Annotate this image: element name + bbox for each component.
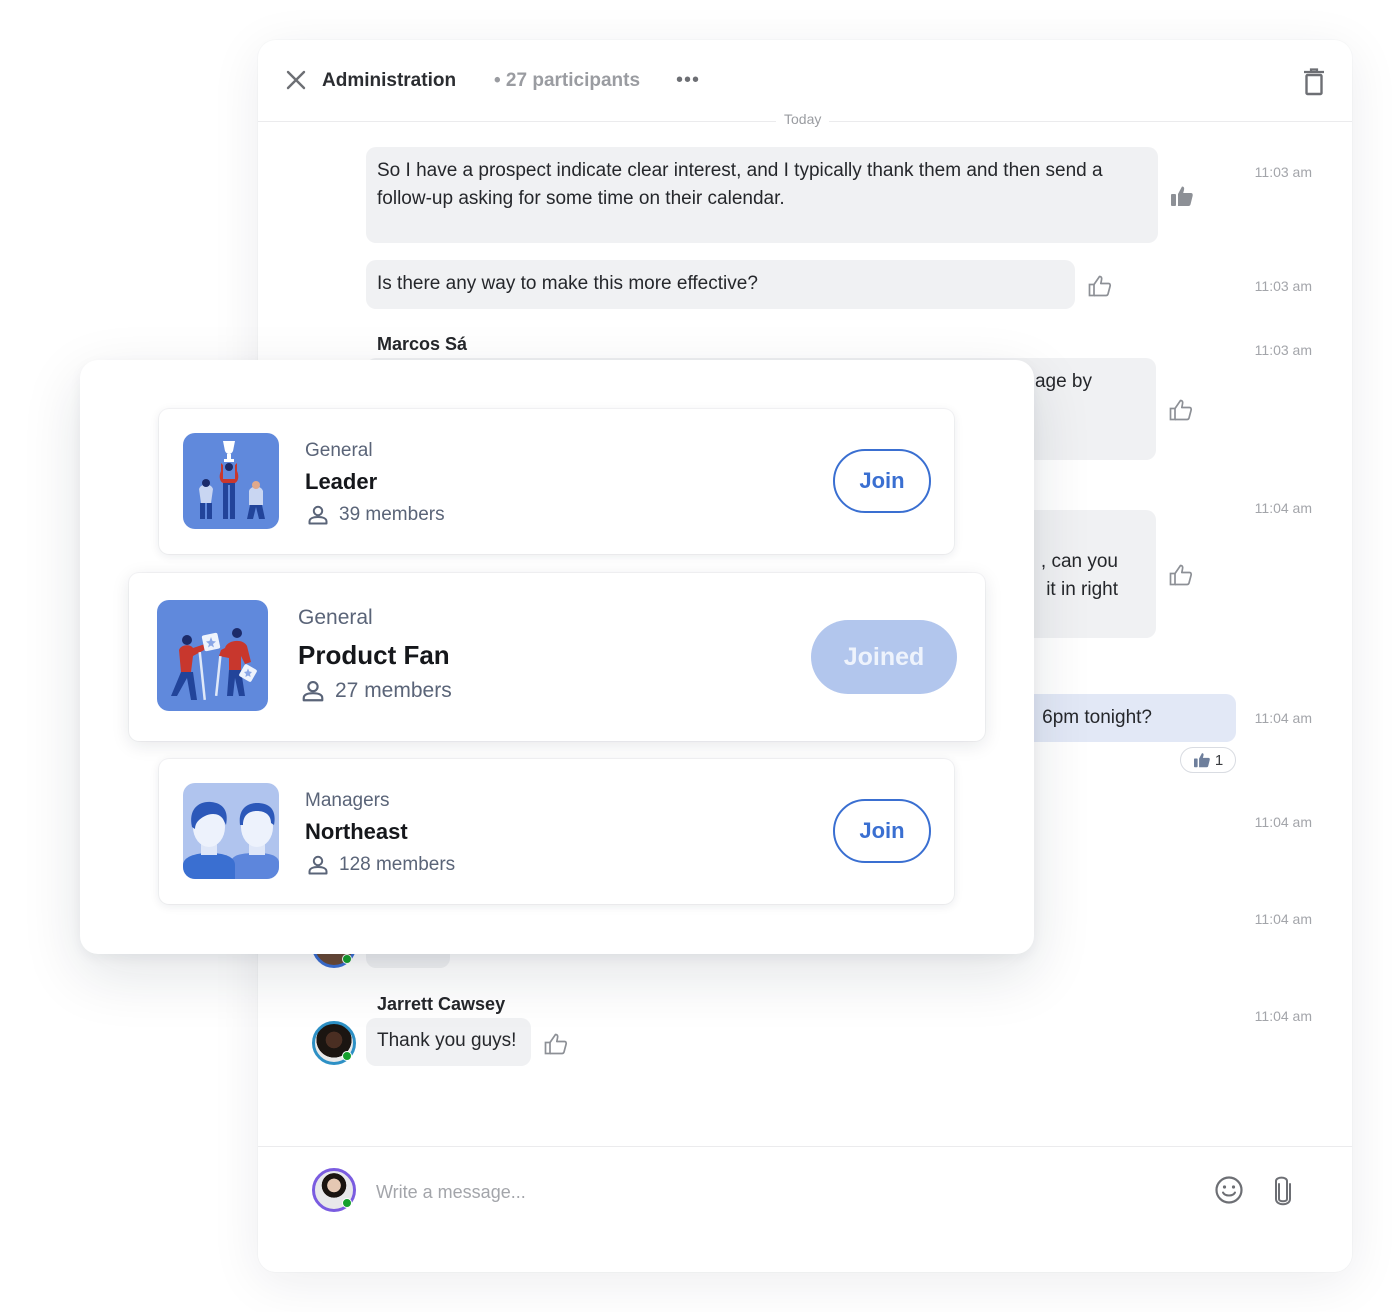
- group-name: Northeast: [305, 819, 408, 844]
- group-member-count: 39 members: [339, 504, 445, 525]
- message-timestamp: 11:03 am: [1254, 342, 1312, 358]
- person-icon: [302, 680, 324, 702]
- person-icon: [308, 505, 328, 525]
- participants-count[interactable]: • 27 participants: [494, 70, 640, 92]
- group-name: Leader: [305, 469, 378, 494]
- trophy-team-illustration: [199, 441, 265, 519]
- join-button[interactable]: Join: [833, 799, 931, 863]
- online-indicator: [342, 954, 352, 964]
- group-member-count: 128 members: [339, 854, 456, 875]
- managers-illustration: [183, 801, 279, 879]
- group-category: General: [305, 440, 373, 461]
- group-card[interactable]: General Product Fan 27 members Joined: [129, 573, 985, 741]
- sender-name: Marcos Sá: [377, 334, 468, 354]
- message-timestamp: 11:04 am: [1254, 710, 1312, 726]
- close-icon[interactable]: [284, 68, 308, 92]
- thumbs-up-filled-icon: [1193, 753, 1210, 768]
- message-timestamp: 11:04 am: [1254, 911, 1312, 927]
- group-card[interactable]: Managers Northeast 128 members Join: [159, 759, 954, 904]
- group-thumbnail-leader: [183, 433, 279, 529]
- group-name: Product Fan: [298, 640, 450, 670]
- group-category: Managers: [305, 790, 390, 811]
- emoji-icon[interactable]: [1214, 1175, 1244, 1205]
- reaction-count: 1: [1214, 751, 1224, 769]
- message-timestamp: 11:03 am: [1254, 164, 1312, 180]
- message-input[interactable]: [376, 1177, 1176, 1207]
- groups-panel: General Leader 39 members Join General P…: [80, 360, 1034, 954]
- thumbs-up-icon[interactable]: [1169, 563, 1193, 587]
- thumbs-up-icon[interactable]: [1088, 274, 1112, 298]
- group-members: 128 members: [307, 854, 455, 876]
- message-composer: [258, 1146, 1352, 1272]
- message-timestamp: 11:03 am: [1254, 278, 1312, 294]
- attachment-icon[interactable]: [1272, 1175, 1294, 1207]
- group-members: 39 members: [307, 504, 445, 526]
- date-separator: Today: [776, 111, 830, 127]
- message-text: 6pm tonight?: [1042, 707, 1152, 728]
- message-bubble: Is there any way to make this more effec…: [366, 260, 1075, 309]
- joined-button[interactable]: Joined: [811, 620, 957, 694]
- message-text: Thank you guys!: [377, 1030, 517, 1051]
- thumbs-up-filled-icon[interactable]: [1170, 184, 1194, 208]
- sender-name: Jarrett Cawsey: [377, 994, 506, 1014]
- thumbs-up-icon[interactable]: [544, 1032, 568, 1056]
- group-member-count: 27 members: [335, 679, 452, 702]
- message-text: , can you it in right: [1040, 551, 1118, 600]
- message-timestamp: 11:04 am: [1254, 500, 1312, 516]
- join-button[interactable]: Join: [833, 449, 931, 513]
- reaction-pill[interactable]: 1: [1180, 747, 1236, 773]
- message-timestamp: 11:04 am: [1254, 1008, 1312, 1024]
- message-bubble: Thank you guys!: [366, 1018, 531, 1066]
- message-text: Is there any way to make this more effec…: [377, 273, 758, 294]
- group-thumbnail-northeast: [183, 783, 279, 879]
- online-indicator: [342, 1198, 352, 1208]
- group-thumbnail-product-fan: [157, 600, 268, 711]
- message-bubble: So I have a prospect indicate clear inte…: [366, 147, 1158, 243]
- chat-header: Administration • 27 participants •••: [258, 40, 1352, 122]
- message-text: So I have a prospect indicate clear inte…: [377, 160, 1103, 209]
- more-options-icon[interactable]: •••: [676, 70, 700, 90]
- product-fan-illustration: [171, 628, 257, 700]
- group-members: 27 members: [301, 679, 452, 703]
- thumbs-up-icon[interactable]: [1169, 398, 1193, 422]
- group-card[interactable]: General Leader 39 members Join: [159, 409, 954, 554]
- message-text: age by: [1034, 371, 1092, 392]
- message-timestamp: 11:04 am: [1254, 814, 1312, 830]
- trash-icon[interactable]: [1302, 68, 1326, 96]
- group-category: General: [298, 606, 373, 629]
- online-indicator: [342, 1051, 352, 1061]
- person-icon: [308, 855, 328, 875]
- chat-title: Administration: [322, 70, 457, 91]
